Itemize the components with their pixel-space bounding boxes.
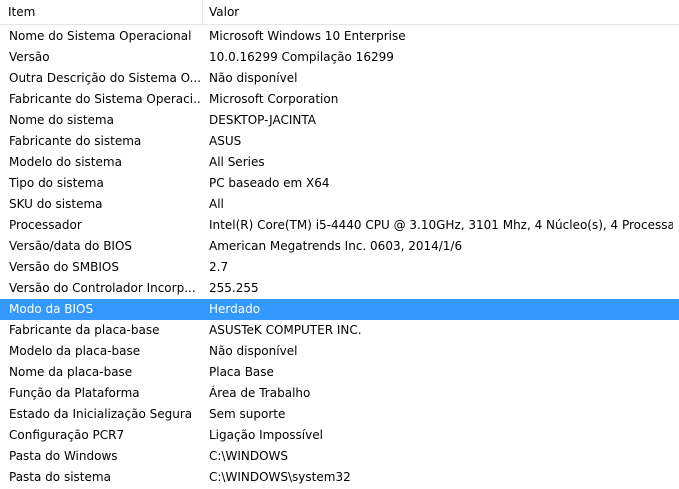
list-row[interactable]: Configuração PCR7 Ligação Impossível <box>0 425 679 446</box>
row-value: Placa Base <box>209 365 274 379</box>
list-row[interactable]: Modelo da placa-base Não disponível <box>0 341 679 362</box>
row-value: PC baseado em X64 <box>209 176 330 190</box>
row-value: Não disponível <box>209 344 298 358</box>
row-value: All <box>209 197 224 211</box>
row-value: DESKTOP-JACINTA <box>209 113 316 127</box>
row-value: 255.255 <box>209 281 259 295</box>
list-row[interactable]: Outra Descrição do Sistema O... Não dispo… <box>0 68 679 89</box>
list-row[interactable]: Versão/data do BIOS American Megatrends I… <box>0 236 679 257</box>
row-value: Sem suporte <box>209 407 286 421</box>
row-item: Nome do Sistema Operacional <box>9 29 192 43</box>
row-item: Tipo do sistema <box>9 176 104 190</box>
row-value: 10.0.16299 Compilação 16299 <box>209 50 394 64</box>
row-item: Configuração PCR7 <box>9 428 125 442</box>
row-item: Versão do Controlador Incorp... <box>9 281 196 295</box>
list-row[interactable]: Nome da placa-base Placa Base <box>0 362 679 383</box>
list-row[interactable]: Modelo do sistema All Series <box>0 152 679 173</box>
list-row[interactable]: Versão do SMBIOS 2.7 <box>0 257 679 278</box>
column-header-value[interactable]: Valor <box>203 0 679 24</box>
row-item: Versão <box>9 50 50 64</box>
list-row[interactable]: Fabricante da placa-base ASUSTeK COMPUTER… <box>0 320 679 341</box>
list-row[interactable]: SKU do sistema All <box>0 194 679 215</box>
row-item: Nome da placa-base <box>9 365 133 379</box>
row-value: Ligação Impossível <box>209 428 323 442</box>
list-row[interactable]: Tipo do sistema PC baseado em X64 <box>0 173 679 194</box>
column-header-item[interactable]: Item <box>0 0 203 24</box>
list-row[interactable]: Versão do Controlador Incorp... 255.255 <box>0 278 679 299</box>
list-row[interactable]: Nome do sistema DESKTOP-JACINTA <box>0 110 679 131</box>
list-row[interactable]: Fabricante do Sistema Operaci... Microsof… <box>0 89 679 110</box>
row-item: Pasta do Windows <box>9 449 118 463</box>
list-row[interactable]: Função da Plataforma Área de Trabalho <box>0 383 679 404</box>
row-value: Microsoft Corporation <box>209 92 339 106</box>
row-item: Função da Plataforma <box>9 386 140 400</box>
row-item: Modelo do sistema <box>9 155 122 169</box>
list-row[interactable]: Processador Intel(R) Core(TM) i5-4440 CPU… <box>0 215 679 236</box>
list-row[interactable]: Fabricante do sistema ASUS <box>0 131 679 152</box>
row-value: C:\WINDOWS <box>209 449 289 463</box>
row-item: Fabricante do Sistema Operaci... <box>9 92 200 106</box>
row-value: American Megatrends Inc. 0603, 2014/1/6 <box>209 239 463 253</box>
list-row[interactable]: Pasta do Windows C:\WINDOWS <box>0 446 679 467</box>
row-value: Herdado <box>209 302 261 316</box>
list-row[interactable]: Estado da Inicialização Segura Sem suport… <box>0 404 679 425</box>
row-item: SKU do sistema <box>9 197 103 211</box>
list-rows: Nome do Sistema Operacional Microsoft Win… <box>0 26 679 488</box>
row-value: Intel(R) Core(TM) i5-4440 CPU @ 3.10GHz,… <box>209 218 673 232</box>
system-info-list[interactable]: Item Valor Nome do Sistema Operacional Mi… <box>0 0 679 489</box>
row-value: Microsoft Windows 10 Enterprise <box>209 29 406 43</box>
row-item: Processador <box>9 218 82 232</box>
row-item: Outra Descrição do Sistema O... <box>9 71 200 85</box>
row-value: Área de Trabalho <box>209 386 311 400</box>
list-header: Item Valor <box>0 0 679 25</box>
row-value: C:\WINDOWS\system32 <box>209 470 351 484</box>
row-value: All Series <box>209 155 265 169</box>
row-item: Nome do sistema <box>9 113 114 127</box>
row-value: ASUS <box>209 134 242 148</box>
row-item: Fabricante do sistema <box>9 134 142 148</box>
row-item: Modelo da placa-base <box>9 344 141 358</box>
row-value: 2.7 <box>209 260 229 274</box>
row-item: Fabricante da placa-base <box>9 323 160 337</box>
row-item: Versão/data do BIOS <box>9 239 133 253</box>
list-row[interactable]: Nome do Sistema Operacional Microsoft Win… <box>0 26 679 47</box>
row-item: Versão do SMBIOS <box>9 260 119 274</box>
row-value: Não disponível <box>209 71 298 85</box>
list-row[interactable]: Pasta do sistema C:\WINDOWS\system32 <box>0 467 679 488</box>
row-item: Estado da Inicialização Segura <box>9 407 193 421</box>
row-value: ASUSTeK COMPUTER INC. <box>209 323 362 337</box>
list-row-selected[interactable]: Modo da BIOS Herdado <box>0 299 679 320</box>
row-item: Pasta do sistema <box>9 470 111 484</box>
list-row[interactable]: Versão 10.0.16299 Compilação 16299 <box>0 47 679 68</box>
row-item: Modo da BIOS <box>9 302 94 316</box>
